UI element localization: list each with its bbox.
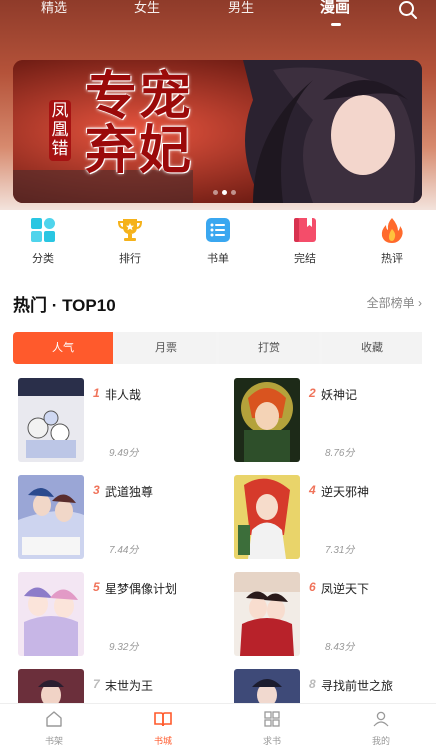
- quick-item-label: 书单: [207, 253, 229, 265]
- nav-label: 书城: [153, 736, 172, 746]
- quick-item-label: 热评: [381, 253, 403, 265]
- book-title: 凤逆天下: [321, 582, 370, 596]
- rank-number: 3: [93, 483, 100, 497]
- tab-rewards[interactable]: 打赏: [219, 332, 319, 364]
- nav-label: 求书: [262, 736, 281, 746]
- search-icon[interactable]: [398, 0, 418, 20]
- tab-selected[interactable]: 精选: [24, 0, 84, 28]
- nav-request-book[interactable]: 求书: [242, 710, 302, 747]
- banner-title: 专宠弃妃: [85, 66, 194, 181]
- rank-number: 6: [309, 580, 316, 594]
- trophy-icon: [117, 219, 143, 241]
- book-title: 妖神记: [321, 388, 358, 402]
- section-title: 热门 · TOP10: [13, 296, 116, 315]
- book-score: 7.44分: [109, 545, 139, 556]
- finished-book-icon: [294, 218, 316, 242]
- book-cover: [234, 572, 300, 656]
- tab-male[interactable]: 男生: [211, 0, 271, 28]
- book-score: 8.43分: [325, 642, 355, 653]
- bookshelf-icon: [46, 711, 62, 727]
- tab-popularity[interactable]: 人气: [13, 332, 113, 364]
- flame-icon: [381, 218, 403, 243]
- book-title: 逆天邪神: [321, 485, 370, 499]
- book-item[interactable]: 2 妖神记 8.76分: [234, 378, 434, 464]
- book-cover: [234, 378, 300, 462]
- tab-favorites[interactable]: 收藏: [322, 332, 422, 364]
- banner-pagination: [213, 190, 236, 195]
- quick-item-booklist[interactable]: 书单: [188, 212, 248, 266]
- book-item[interactable]: 5 星梦偶像计划 9.32分: [18, 572, 218, 658]
- quick-item-label: 完结: [294, 253, 316, 265]
- rank-number: 4: [309, 483, 316, 497]
- banner-dot-active[interactable]: [222, 190, 227, 195]
- top-nav: 精选 女生 男生 漫画: [0, 0, 436, 32]
- profile-icon: [373, 711, 389, 727]
- rank-number: 8: [309, 677, 316, 691]
- book-title: 末世为王: [105, 679, 154, 693]
- bottom-nav: 书架 书城 求书 我的: [0, 703, 436, 752]
- nav-bookstore[interactable]: 书城: [133, 710, 193, 747]
- book-title: 寻找前世之旅: [321, 679, 394, 693]
- book-cover: [18, 572, 84, 656]
- active-tab-indicator: [331, 23, 341, 26]
- quick-item-category[interactable]: 分类: [13, 212, 73, 266]
- book-score: 9.32分: [109, 642, 139, 653]
- request-book-icon: [264, 711, 280, 727]
- quick-item-finished[interactable]: 完结: [275, 212, 335, 266]
- book-title: 武道独尊: [105, 485, 154, 499]
- tab-monthly-votes[interactable]: 月票: [116, 332, 216, 364]
- ranking-tabs: 人气 月票 打赏 收藏: [13, 332, 422, 364]
- nav-label: 我的: [371, 736, 390, 746]
- quick-menu: 分类 排行 书单 完结 热评: [0, 212, 436, 272]
- nav-bookshelf[interactable]: 书架: [24, 710, 84, 747]
- featured-banner[interactable]: 凤凰错 专宠弃妃: [13, 60, 422, 203]
- category-grid-icon: [31, 218, 55, 242]
- book-list-icon: [206, 218, 230, 242]
- book-cover: [18, 475, 84, 559]
- banner-subtitle: 凤凰错: [49, 100, 71, 161]
- book-title: 非人哉: [105, 388, 142, 402]
- banner-artwork: [13, 60, 422, 203]
- book-cover: [18, 378, 84, 462]
- quick-item-label: 分类: [32, 253, 54, 265]
- book-score: 9.49分: [109, 448, 139, 459]
- tab-female[interactable]: 女生: [117, 0, 177, 28]
- book-score: 7.31分: [325, 545, 355, 556]
- book-item[interactable]: 4 逆天邪神 7.31分: [234, 475, 434, 561]
- book-item[interactable]: 6 凤逆天下 8.43分: [234, 572, 434, 658]
- book-score: 8.76分: [325, 448, 355, 459]
- bookstore-icon: [154, 712, 172, 727]
- rank-number: 7: [93, 677, 100, 691]
- book-cover: [234, 475, 300, 559]
- rank-number: 2: [309, 386, 316, 400]
- all-rankings-link[interactable]: 全部榜单 ›: [367, 294, 422, 311]
- quick-item-ranking[interactable]: 排行: [100, 212, 160, 266]
- nav-label: 书架: [44, 736, 63, 746]
- banner-dot[interactable]: [231, 190, 236, 195]
- rank-number: 5: [93, 580, 100, 594]
- book-item[interactable]: 3 武道独尊 7.44分: [18, 475, 218, 561]
- book-title: 星梦偶像计划: [105, 582, 178, 596]
- book-item[interactable]: 1 非人哉 9.49分: [18, 378, 218, 464]
- quick-item-label: 排行: [119, 253, 141, 265]
- banner-dot[interactable]: [213, 190, 218, 195]
- rank-number: 1: [93, 386, 100, 400]
- quick-item-hot-reviews[interactable]: 热评: [362, 212, 422, 266]
- nav-profile[interactable]: 我的: [351, 710, 411, 747]
